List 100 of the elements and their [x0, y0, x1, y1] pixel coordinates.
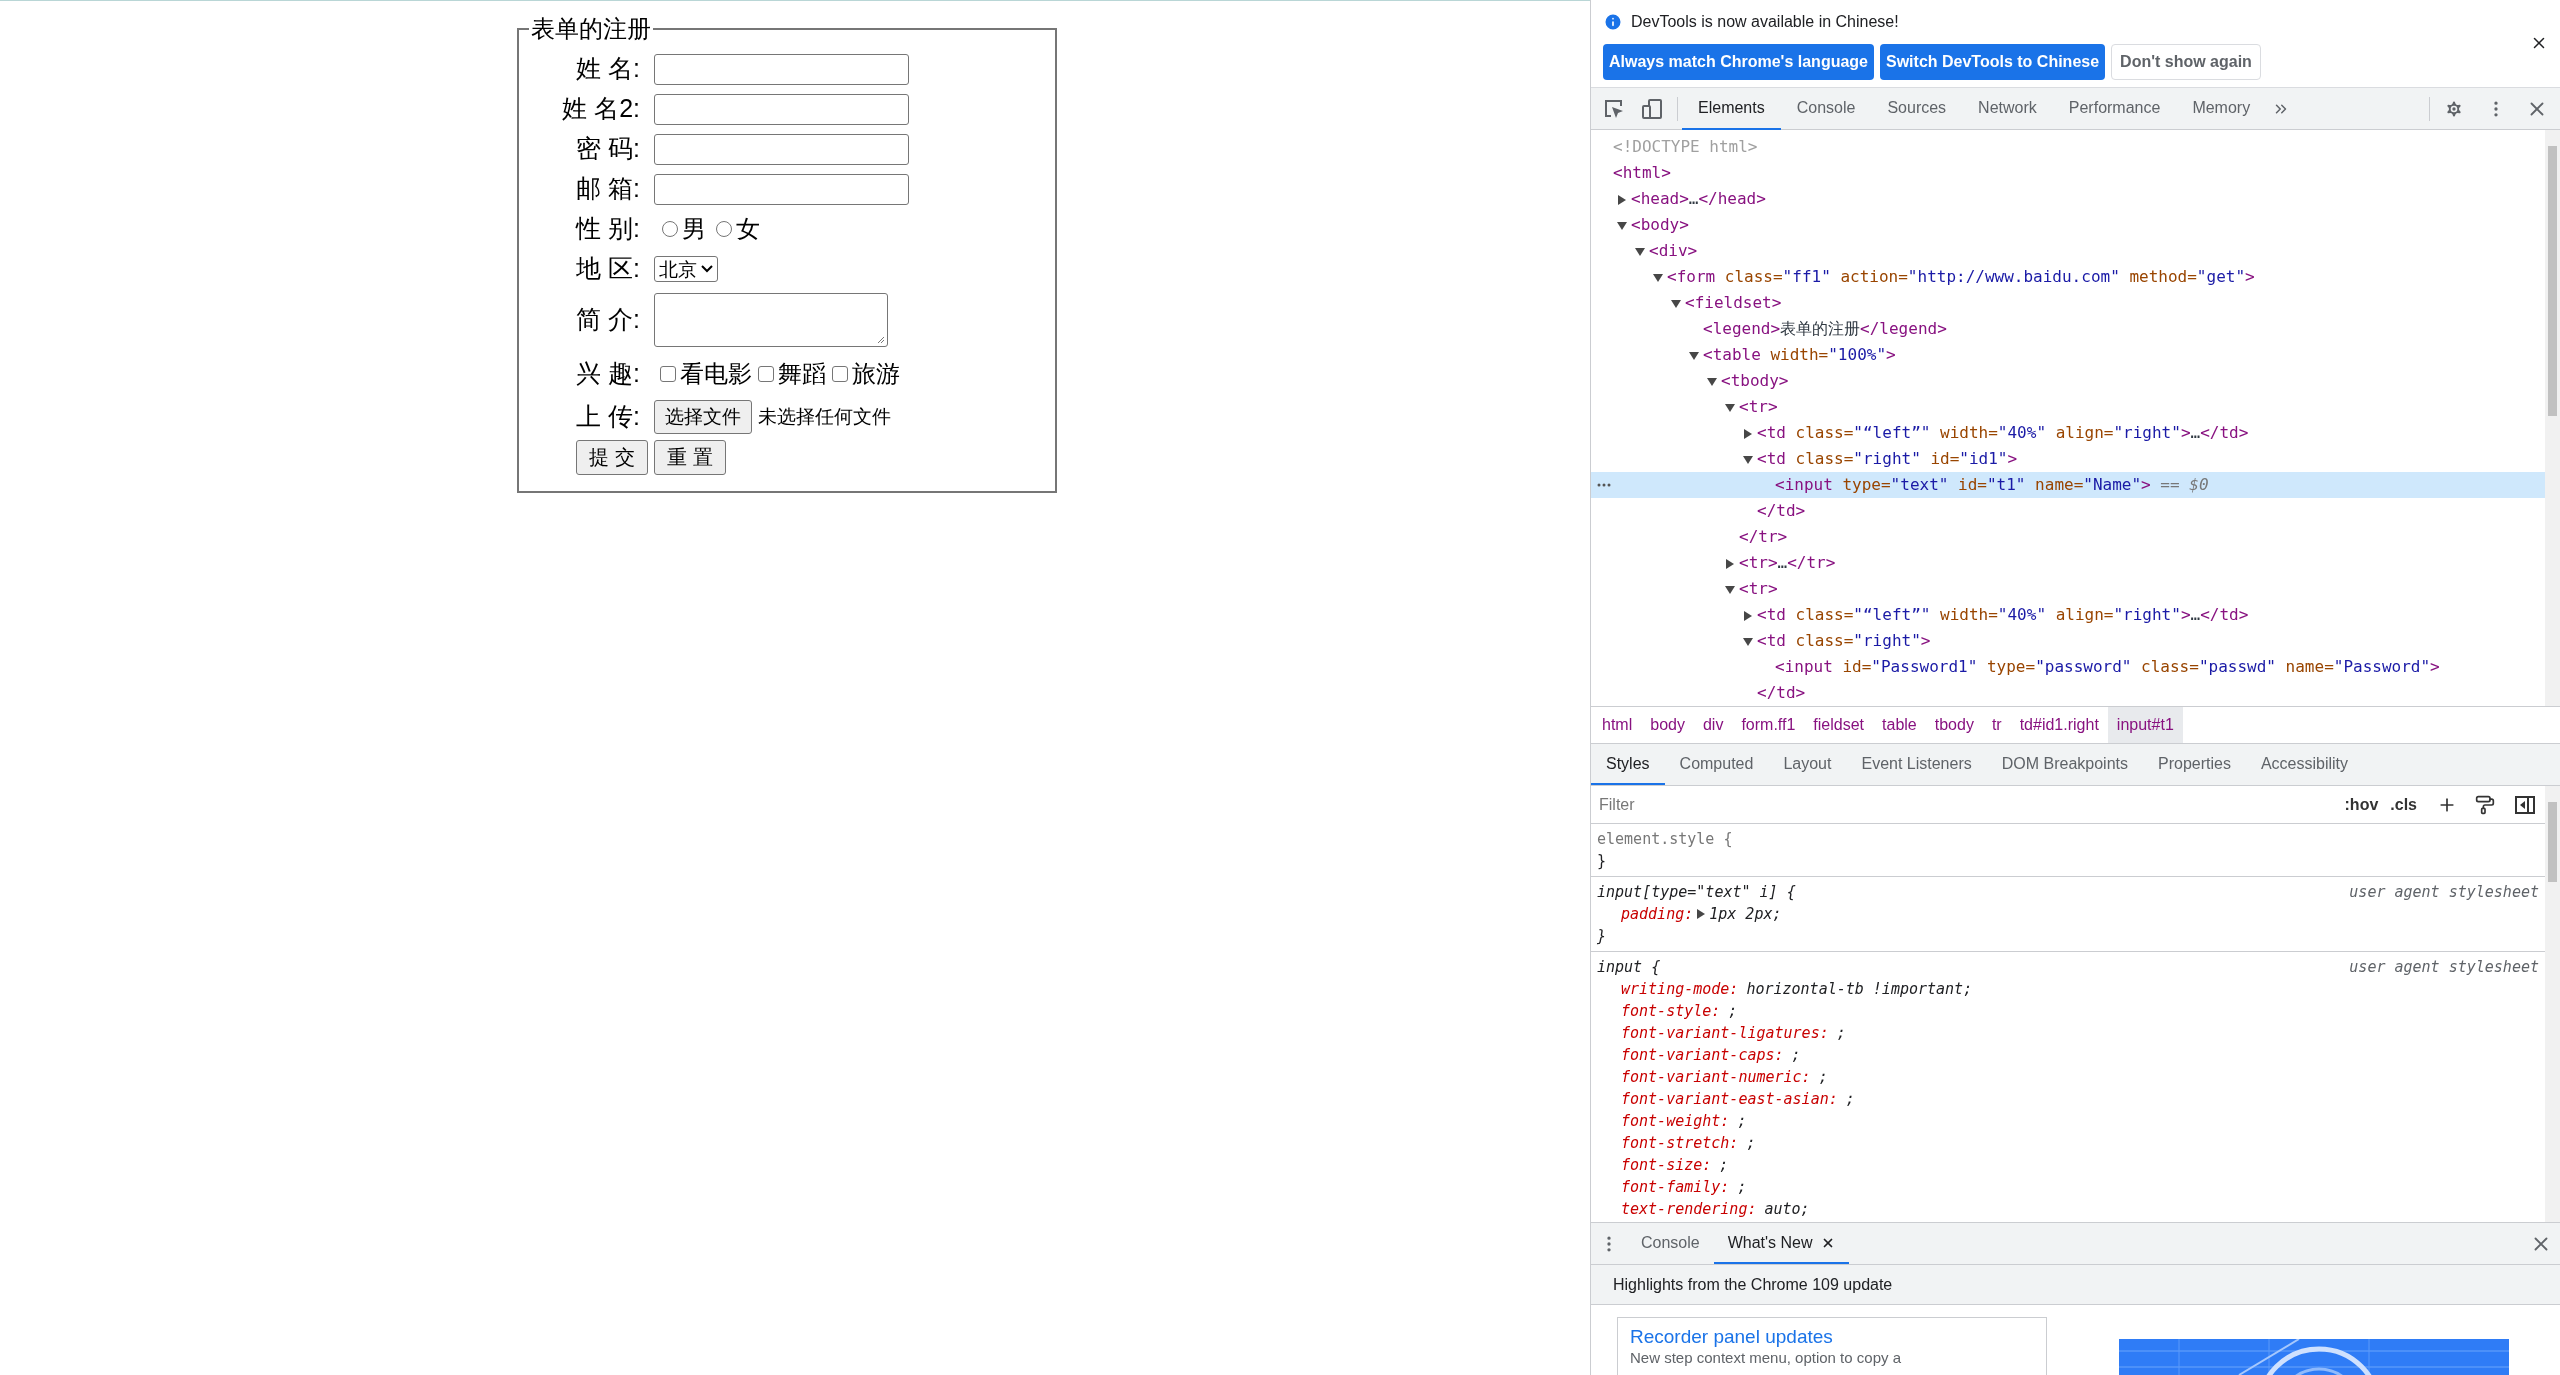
resize-grip-icon[interactable] — [875, 334, 885, 344]
breadcrumb[interactable]: div — [1693, 707, 1733, 743]
expand-triangle-icon[interactable] — [1617, 195, 1627, 205]
dom-node-text: <html> — [1613, 162, 1671, 184]
dom-tree-row[interactable]: <table width="100%"> — [1591, 342, 2545, 368]
devtools-tab[interactable]: Network — [1962, 87, 2053, 130]
feature-card[interactable]: Recorder panel updates New step context menu, option to copy a — [1617, 1317, 2047, 1375]
settings-icon[interactable] — [2444, 98, 2464, 119]
collapse-triangle-icon[interactable] — [1743, 455, 1753, 465]
inspect-icon[interactable] — [1603, 97, 1625, 120]
infobar-button[interactable]: Don't show again — [2111, 44, 2261, 80]
collapse-triangle-icon[interactable] — [1635, 247, 1645, 257]
collapse-triangle-icon[interactable] — [1707, 377, 1717, 387]
device-toggle-icon[interactable] — [1641, 97, 1663, 120]
field-label: 性 别: — [574, 213, 641, 245]
dom-tree-row[interactable]: <td class="“left”" width="40%" align="right">…</td> — [1591, 602, 2545, 628]
text-area[interactable] — [654, 293, 888, 347]
dom-tree-row[interactable]: <body> — [1591, 212, 2545, 238]
submit-button[interactable]: 提 交 — [576, 439, 648, 475]
collapse-triangle-icon[interactable] — [1725, 585, 1735, 595]
radio-button[interactable] — [716, 221, 732, 237]
dom-node-text: <tbody> — [1721, 370, 1789, 392]
dom-node-text: <legend>表单的注册</legend> — [1703, 318, 1947, 340]
devtools-tab[interactable]: Elements — [1682, 87, 1781, 130]
collapse-triangle-icon[interactable] — [1725, 403, 1735, 413]
dom-tree-row[interactable]: <tr> — [1591, 576, 2545, 602]
scrollbar[interactable] — [2545, 786, 2560, 1222]
checkbox[interactable] — [660, 366, 676, 382]
card-title[interactable]: Recorder panel updates — [1630, 1326, 2034, 1348]
styles-tab[interactable]: Layout — [1768, 744, 1847, 785]
checkbox[interactable] — [758, 366, 774, 382]
styles-tab[interactable]: Computed — [1664, 744, 1769, 785]
checkbox-label: 旅游 — [852, 359, 900, 389]
input-field[interactable] — [654, 53, 909, 85]
password-field[interactable] — [654, 133, 909, 165]
expand-triangle-icon[interactable] — [1743, 429, 1753, 439]
dom-tree-row[interactable]: <html> — [1591, 160, 2545, 186]
styles-tab[interactable]: DOM Breakpoints — [1986, 744, 2143, 785]
dom-tree-row[interactable]: <tr>…</tr> — [1591, 550, 2545, 576]
dom-tree-row[interactable]: <head>…</head> — [1591, 186, 2545, 212]
choose-file-button[interactable]: 选择文件 — [654, 400, 752, 434]
collapse-triangle-icon[interactable] — [1671, 299, 1681, 309]
styles-toolbar-button[interactable]: .cls — [2384, 792, 2423, 817]
stylesheet-origin: user agent stylesheet — [2349, 957, 2539, 978]
css-value: 1px 2px; — [1709, 904, 1782, 925]
dom-node-text: <div> — [1649, 240, 1698, 262]
dom-node-text: <input type="text" id="t1" name="Name"> == $0 — [1775, 474, 2209, 496]
breadcrumb[interactable]: input#t1 — [2107, 707, 2183, 743]
devtools-tab[interactable]: Console — [1780, 87, 1872, 130]
dom-tree-row[interactable]: <div> — [1591, 238, 2545, 264]
styles-tab[interactable]: Properties — [2143, 744, 2246, 785]
scrollbar[interactable] — [2545, 130, 2560, 706]
dom-tree-row[interactable]: <input type="text" id="t1" name="Name"> == $0 — [1591, 472, 2545, 498]
collapse-triangle-icon[interactable] — [1653, 273, 1663, 283]
dom-tree-row[interactable]: <td class="right"> — [1591, 628, 2545, 654]
sidebar-toggle-icon[interactable] — [2515, 795, 2535, 814]
dom-tree-row[interactable]: <tr> — [1591, 394, 2545, 420]
expand-triangle-icon[interactable] — [1725, 559, 1735, 569]
collapse-triangle-icon[interactable] — [1617, 221, 1627, 231]
reset-button[interactable]: 重 置 — [654, 439, 726, 475]
checkbox[interactable] — [832, 366, 848, 382]
breadcrumb[interactable]: table — [1873, 707, 1926, 743]
dom-tree-row[interactable]: <fieldset> — [1591, 290, 2545, 316]
dom-tree-row[interactable]: <legend>表单的注册</legend> — [1591, 316, 2545, 342]
dom-tree-row[interactable]: <tbody> — [1591, 368, 2545, 394]
drawer-tab[interactable]: Console — [1627, 1223, 1714, 1264]
styles-tab[interactable]: Styles — [1591, 744, 1665, 785]
dom-tree-row[interactable]: <td class="right" id="id1"> — [1591, 446, 2545, 472]
collapse-triangle-icon[interactable] — [1689, 351, 1699, 361]
infobar-button[interactable]: Switch DevTools to Chinese — [1880, 44, 2106, 80]
infobar-button[interactable]: Always match Chrome's language — [1603, 44, 1874, 80]
dom-node-text: <input id="Password1" type="password" class="passwd" name="Password"> — [1775, 656, 2440, 678]
expand-triangle-icon[interactable] — [1743, 611, 1753, 621]
breadcrumb[interactable]: html — [1593, 707, 1642, 743]
breadcrumb[interactable]: td#id1.right — [2010, 707, 2108, 743]
dom-tree-row[interactable]: <form class="ff1" action="http://www.baidu.com" method="get"> — [1591, 264, 2545, 290]
dom-tree-row[interactable]: <td class="“left”" width="40%" align="right">…</td> — [1591, 420, 2545, 446]
styles-tab[interactable]: Event Listeners — [1846, 744, 1987, 785]
styles-tab[interactable]: Accessibility — [2245, 744, 2364, 785]
breadcrumb[interactable]: body — [1641, 707, 1694, 743]
css-value: ; — [1719, 1155, 1729, 1176]
styles-toolbar-button[interactable]: :hov — [2338, 792, 2385, 817]
devtools-tab[interactable]: Memory — [2176, 87, 2267, 130]
input-field[interactable] — [654, 93, 909, 125]
radio-button[interactable] — [662, 221, 678, 237]
dom-tree-row[interactable]: <input id="Password1" type="password" class="passwd" name="Password"> — [1591, 654, 2545, 680]
devtools-tab[interactable]: Performance — [2052, 87, 2177, 130]
expand-triangle-icon[interactable] — [1697, 909, 1706, 919]
breadcrumb[interactable]: fieldset — [1804, 707, 1874, 743]
input-field[interactable] — [654, 173, 909, 205]
breadcrumb[interactable]: tbody — [1925, 707, 1983, 743]
devtools-tab[interactable]: Sources — [1871, 87, 1963, 130]
region-dropdown[interactable]: 北京 — [654, 256, 718, 282]
css-property: font-variant-numeric: — [1621, 1067, 1811, 1088]
dom-node-text: <td class="right"> — [1757, 630, 1931, 652]
more-dots-icon[interactable] — [1597, 483, 1611, 487]
breadcrumb[interactable]: form.ff1 — [1732, 707, 1805, 743]
breadcrumb[interactable]: tr — [1982, 707, 2011, 743]
paint-roller-icon[interactable] — [2475, 794, 2495, 815]
collapse-triangle-icon[interactable] — [1743, 637, 1753, 647]
